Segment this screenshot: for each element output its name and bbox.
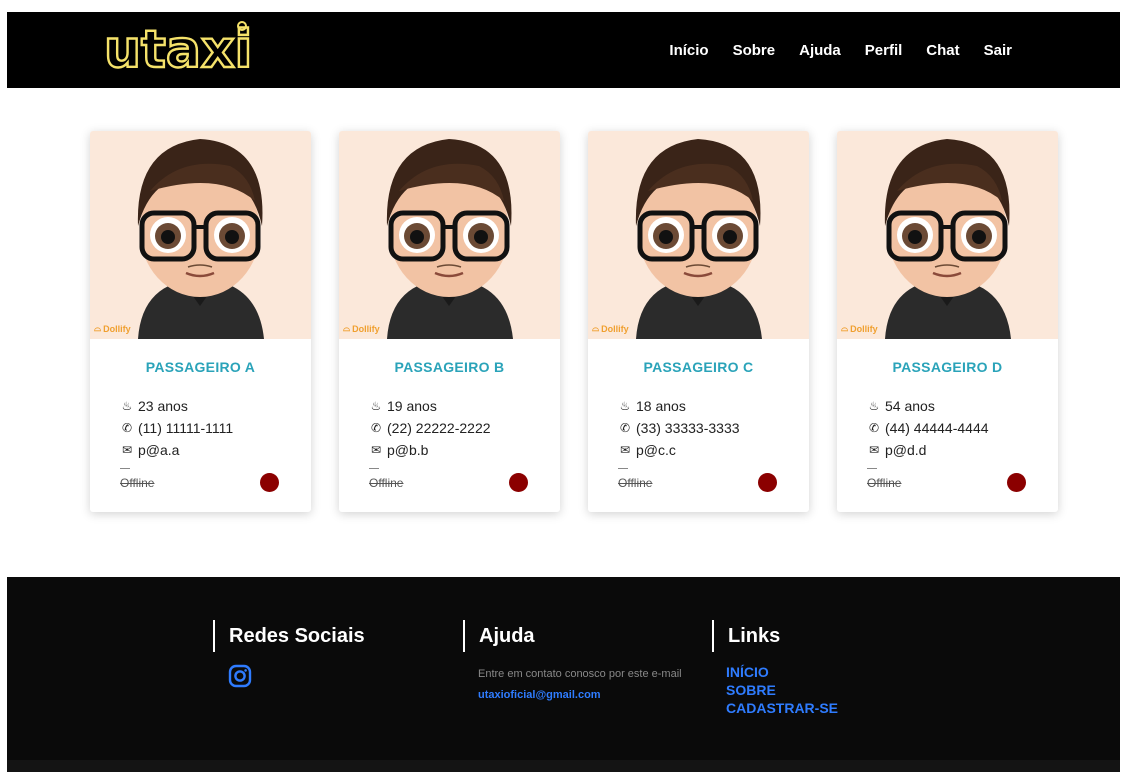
footer-link-inicio[interactable]: INÍCIO (726, 663, 838, 681)
passenger-card[interactable]: ⌓ Dollify PASSAGEIRO A ♨ 23 anos ✆ (11) 11… (90, 131, 311, 512)
utaxi-logo[interactable]: utaxi (100, 17, 260, 79)
nav-chat[interactable]: Chat (926, 42, 959, 59)
divider (369, 468, 379, 469)
passenger-phone: (44) 44444-4444 (885, 420, 989, 436)
passenger-age: 54 anos (885, 398, 935, 414)
footer-links-title: Links (728, 625, 781, 647)
phone-icon: ✆ (868, 421, 880, 435)
passenger-email: p@b.b (387, 442, 429, 458)
divider (120, 468, 130, 469)
avatar: ⌓ Dollify (339, 131, 560, 339)
dollify-icon: ⌓ (592, 323, 600, 333)
nav-perfil[interactable]: Perfil (865, 42, 903, 59)
passenger-name: PASSAGEIRO B (394, 359, 505, 375)
divider (618, 468, 628, 469)
footer-link-sobre[interactable]: SOBRE (726, 681, 838, 699)
status-label: Offline (618, 476, 653, 490)
passenger-info: ♨ 18 anos ✆ (33) 33333-3333 ✉ p@c.c (618, 395, 809, 461)
help-text: Entre em contato conosco por este e-mail… (478, 668, 682, 701)
nav-menu: Início Sobre Ajuda Perfil Chat Sair (669, 12, 1012, 88)
nav-inicio[interactable]: Início (669, 42, 708, 59)
help-email-link[interactable]: utaxioficial@gmail.com (478, 689, 601, 701)
avatar: ⌓ Dollify (837, 131, 1058, 339)
envelope-icon: ✉ (370, 443, 382, 457)
passenger-name: PASSAGEIRO A (145, 359, 256, 375)
divider (867, 468, 877, 469)
avatar: ⌓ Dollify (588, 131, 809, 339)
passenger-name: PASSAGEIRO D (892, 359, 1003, 375)
footer-help: Ajuda (463, 620, 535, 652)
passenger-card[interactable]: ⌓ Dollify PASSAGEIRO B ♨ 19 anos ✆ (22) 22… (339, 131, 560, 512)
envelope-icon: ✉ (619, 443, 631, 457)
passenger-email: p@d.d (885, 442, 927, 458)
nav-ajuda[interactable]: Ajuda (799, 42, 841, 59)
dollify-watermark: ⌓ Dollify (343, 323, 380, 334)
status-indicator (758, 473, 777, 492)
passenger-info: ♨ 19 anos ✆ (22) 22222-2222 ✉ p@b.b (369, 395, 560, 461)
passenger-name: PASSAGEIRO C (643, 359, 754, 375)
status-indicator (1007, 473, 1026, 492)
phone-icon: ✆ (121, 421, 133, 435)
footer-help-title: Ajuda (479, 625, 535, 647)
nav-sair[interactable]: Sair (984, 42, 1012, 59)
passenger-age: 18 anos (636, 398, 686, 414)
passenger-phone: (11) 11111-1111 (138, 420, 234, 436)
dollify-watermark: ⌓ Dollify (94, 323, 131, 334)
dollify-icon: ⌓ (94, 323, 102, 333)
footer: Redes Sociais Ajuda Entre em contato con… (7, 577, 1120, 760)
footer-bottom-strip (7, 760, 1120, 772)
footer-link-cadastrar[interactable]: CADASTRAR-SE (726, 699, 838, 717)
avatar: ⌓ Dollify (90, 131, 311, 339)
dollify-icon: ⌓ (343, 323, 351, 333)
passenger-card[interactable]: ⌓ Dollify PASSAGEIRO C ♨ 18 anos ✆ (33) 33… (588, 131, 809, 512)
footer-social: Redes Sociais (213, 620, 365, 652)
passenger-info: ♨ 54 anos ✆ (44) 44444-4444 ✉ p@d.d (867, 395, 1058, 461)
passenger-email: p@a.a (138, 442, 180, 458)
passenger-phone: (33) 33333-3333 (636, 420, 740, 436)
birthday-cake-icon: ♨ (868, 399, 880, 413)
passenger-age: 23 anos (138, 398, 188, 414)
svg-text:utaxi: utaxi (104, 20, 252, 79)
status-indicator (260, 473, 279, 492)
footer-social-title: Redes Sociais (229, 625, 365, 647)
instagram-icon[interactable] (228, 664, 252, 688)
passenger-info: ♨ 23 anos ✆ (11) 11111-1111 ✉ p@a.a (120, 395, 311, 461)
phone-icon: ✆ (619, 421, 631, 435)
navbar: utaxi Início Sobre Ajuda Perfil Chat Sai… (7, 12, 1120, 88)
passenger-age: 19 anos (387, 398, 437, 414)
passenger-card[interactable]: ⌓ Dollify PASSAGEIRO D ♨ 54 anos ✆ (44) 44… (837, 131, 1058, 512)
status-label: Offline (369, 476, 404, 490)
footer-links-list: INÍCIO SOBRE CADASTRAR-SE (726, 663, 838, 717)
status-label: Offline (120, 476, 155, 490)
dollify-icon: ⌓ (841, 323, 849, 333)
nav-sobre[interactable]: Sobre (733, 42, 776, 59)
status-label: Offline (867, 476, 902, 490)
footer-links: Links (712, 620, 780, 652)
dollify-watermark: ⌓ Dollify (592, 323, 629, 334)
birthday-cake-icon: ♨ (370, 399, 382, 413)
envelope-icon: ✉ (868, 443, 880, 457)
passenger-email: p@c.c (636, 442, 676, 458)
birthday-cake-icon: ♨ (619, 399, 631, 413)
passenger-phone: (22) 22222-2222 (387, 420, 491, 436)
phone-icon: ✆ (370, 421, 382, 435)
status-indicator (509, 473, 528, 492)
passenger-cards: ⌓ Dollify PASSAGEIRO A ♨ 23 anos ✆ (11) 11… (90, 131, 1058, 512)
dollify-watermark: ⌓ Dollify (841, 323, 878, 334)
birthday-cake-icon: ♨ (121, 399, 133, 413)
envelope-icon: ✉ (121, 443, 133, 457)
